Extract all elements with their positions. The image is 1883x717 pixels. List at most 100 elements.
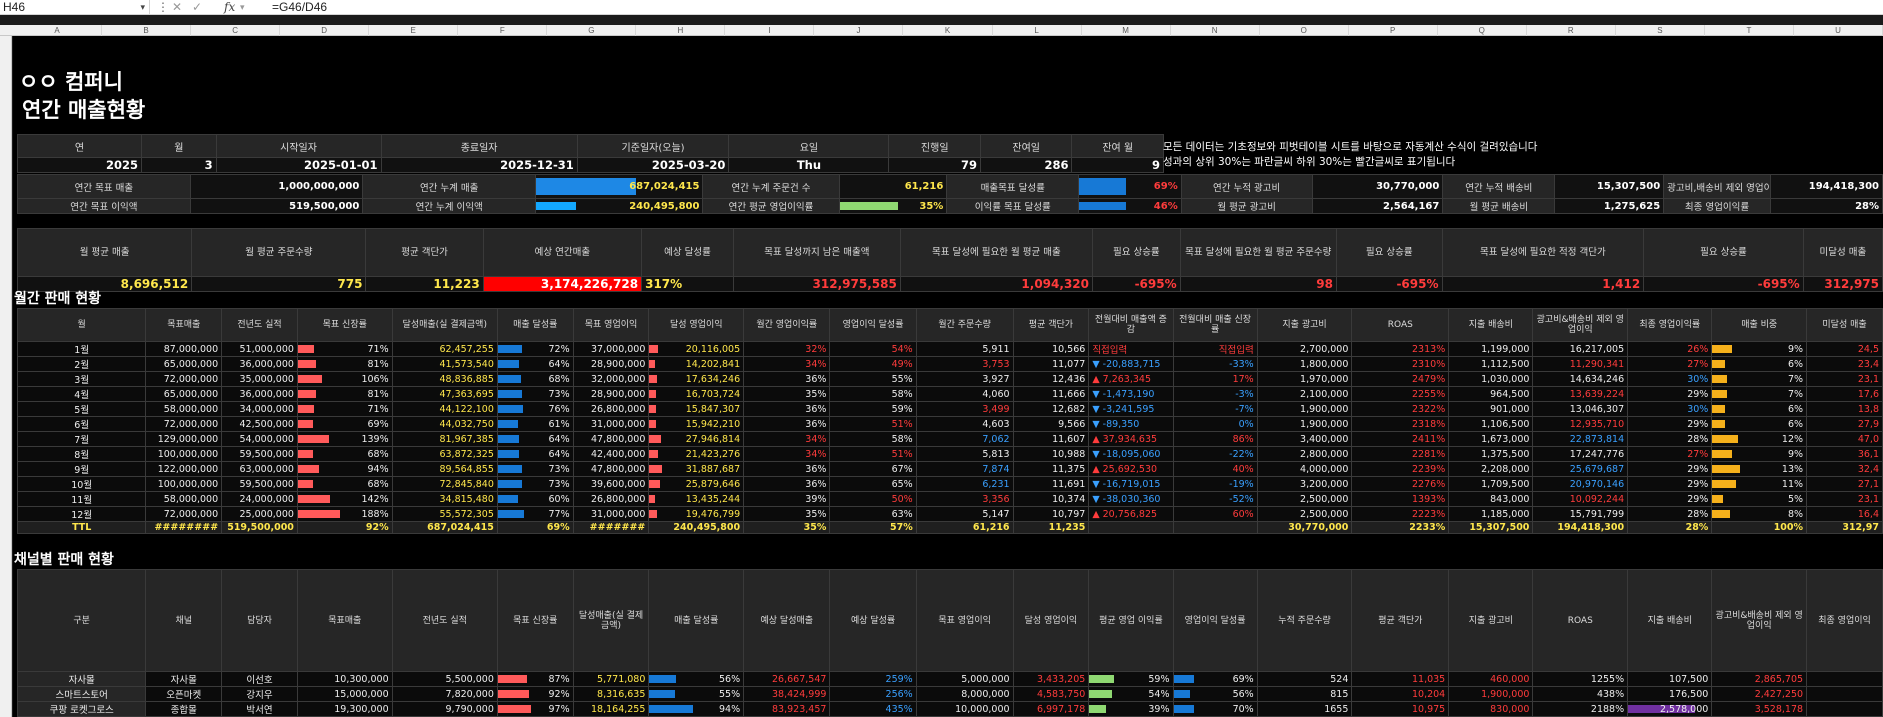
column-header[interactable]: N: [1171, 25, 1260, 36]
monthly-cell[interactable]: 2313%: [1351, 341, 1450, 357]
monthly-cell[interactable]: 39%: [743, 491, 831, 507]
column-header[interactable]: O: [1260, 25, 1349, 36]
monthly-cell[interactable]: 11,666: [1012, 386, 1090, 402]
monthly-cell[interactable]: 3,356: [915, 491, 1014, 507]
channel-cell[interactable]: 쿠팡 로켓그로스: [16, 701, 147, 717]
column-header[interactable]: U: [1794, 25, 1883, 36]
column-header[interactable]: G: [547, 25, 637, 36]
row-header[interactable]: [0, 45, 12, 53]
monthly-cell[interactable]: 36%: [743, 461, 831, 477]
monthly-cell[interactable]: 3,927: [915, 371, 1014, 387]
monthly-cell[interactable]: 2,208,000: [1448, 461, 1534, 477]
monthly-cell[interactable]: #######: [572, 521, 650, 534]
monthly-cell[interactable]: 100,000,000: [145, 476, 223, 492]
average-value[interactable]: -695%: [1643, 276, 1804, 292]
monthly-cell[interactable]: 9%: [1711, 446, 1808, 462]
monthly-cell[interactable]: 13,8: [1806, 401, 1883, 417]
monthly-cell[interactable]: 14,202,841: [648, 356, 745, 372]
row-header[interactable]: [0, 691, 12, 699]
row-header[interactable]: [0, 191, 12, 199]
monthly-cell[interactable]: 21,423,276: [648, 446, 745, 462]
table-row[interactable]: 3월 72,000,000 35,000,000 106% 48,836,885 68% 3…: [16, 371, 1883, 387]
monthly-cell[interactable]: 6%: [1711, 356, 1808, 372]
monthly-cell[interactable]: 28%: [1627, 521, 1713, 534]
column-header[interactable]: E: [369, 25, 459, 36]
monthly-cell[interactable]: 51,000,000: [221, 341, 298, 357]
monthly-cell[interactable]: 2,500,000: [1256, 491, 1353, 507]
period-value[interactable]: Thu: [728, 157, 890, 173]
channel-cell[interactable]: 38,424,999: [743, 686, 831, 702]
enter-check-icon[interactable]: ✓: [192, 0, 202, 15]
monthly-cell[interactable]: 36,000,000: [221, 356, 298, 372]
channel-cell[interactable]: 3,528,178: [1711, 701, 1808, 717]
monthly-cell[interactable]: 2,500,000: [1256, 506, 1353, 522]
monthly-cell[interactable]: 44,032,750: [391, 416, 498, 432]
worksheet[interactable]: ㅇㅇ 컴퍼니 연간 매출현황 연 월 시작일자 종료일자 기준일자(오늘) 요일 진행일 잔여…: [13, 36, 1883, 717]
monthly-cell[interactable]: 6%: [1711, 401, 1808, 417]
monthly-cell[interactable]: 7%: [1711, 386, 1808, 402]
monthly-cell[interactable]: 10,988: [1012, 446, 1090, 462]
row-header[interactable]: [0, 646, 12, 654]
monthly-cell[interactable]: 2479%: [1351, 371, 1450, 387]
row-header[interactable]: [0, 491, 12, 499]
monthly-cell[interactable]: 19,476,799: [648, 506, 745, 522]
monthly-cell[interactable]: 31,000,000: [572, 506, 650, 522]
monthly-cell[interactable]: 직접입력: [1088, 341, 1174, 357]
monthly-cell[interactable]: 76%: [496, 401, 574, 417]
column-header[interactable]: H: [636, 25, 726, 36]
monthly-cell[interactable]: 1,709,500: [1448, 476, 1534, 492]
row-header[interactable]: [0, 154, 12, 162]
monthly-cell[interactable]: 26,800,000: [572, 491, 650, 507]
channel-cell[interactable]: 11,035: [1351, 671, 1450, 687]
monthly-cell[interactable]: 71%: [296, 401, 393, 417]
monthly-cell[interactable]: 27%: [1627, 446, 1713, 462]
channel-cell[interactable]: 55%: [648, 686, 745, 702]
monthly-cell[interactable]: 2,700,000: [1256, 341, 1353, 357]
channel-cell[interactable]: 자사몰: [145, 671, 223, 687]
channel-cell[interactable]: 3,433,205: [1012, 671, 1090, 687]
channel-cell[interactable]: 1255%: [1532, 671, 1629, 687]
monthly-cell[interactable]: 2276%: [1351, 476, 1450, 492]
monthly-cell[interactable]: 7월: [16, 431, 147, 447]
row-header[interactable]: [0, 109, 12, 117]
period-value[interactable]: 9: [1071, 157, 1164, 173]
monthly-cell[interactable]: 24,5: [1806, 341, 1883, 357]
monthly-cell[interactable]: 36,000,000: [221, 386, 298, 402]
row-header[interactable]: [0, 282, 12, 290]
row-header[interactable]: [0, 591, 12, 599]
table-row[interactable]: 스마트스토어 오픈마켓 강지우 15,000,000 7,820,000 92% 8,316…: [16, 686, 1883, 702]
monthly-cell[interactable]: 28%: [1627, 431, 1713, 447]
monthly-cell[interactable]: 48,836,885: [391, 371, 498, 387]
kpi-v1[interactable]: 519,500,000: [189, 198, 364, 214]
monthly-cell[interactable]: 9월: [16, 461, 147, 477]
monthly-cell[interactable]: 72,000,000: [145, 371, 223, 387]
monthly-cell[interactable]: 35,000,000: [221, 371, 298, 387]
monthly-cell[interactable]: 51%: [829, 446, 917, 462]
monthly-cell[interactable]: 36,1: [1806, 446, 1883, 462]
monthly-cell[interactable]: 36%: [743, 416, 831, 432]
formula-input[interactable]: =G46/D46: [272, 0, 327, 15]
monthly-cell[interactable]: -3%: [1172, 386, 1258, 402]
row-header[interactable]: [0, 500, 12, 508]
row-header[interactable]: [0, 209, 12, 217]
monthly-cell[interactable]: 10,566: [1012, 341, 1090, 357]
monthly-cell[interactable]: 11,607: [1012, 431, 1090, 447]
monthly-cell[interactable]: 1,185,000: [1448, 506, 1534, 522]
row-header[interactable]: [0, 100, 12, 108]
monthly-cell[interactable]: ▲ 20,756,825: [1088, 506, 1174, 522]
monthly-cell[interactable]: 59,500,000: [221, 446, 298, 462]
column-header[interactable]: R: [1527, 25, 1616, 36]
row-header[interactable]: [0, 245, 12, 253]
monthly-cell[interactable]: 122,000,000: [145, 461, 223, 477]
row-header[interactable]: [0, 300, 12, 308]
channel-cell[interactable]: 460,000: [1448, 671, 1534, 687]
monthly-cell[interactable]: 1,800,000: [1256, 356, 1353, 372]
channel-cell[interactable]: 10,300,000: [296, 671, 393, 687]
row-header[interactable]: [0, 664, 12, 672]
monthly-cell[interactable]: 65,000,000: [145, 356, 223, 372]
monthly-cell[interactable]: 35%: [743, 386, 831, 402]
row-header[interactable]: [0, 628, 12, 636]
channel-cell[interactable]: 9,790,000: [391, 701, 498, 717]
channel-cell[interactable]: 2,427,250: [1711, 686, 1808, 702]
monthly-cell[interactable]: 15,791,799: [1532, 506, 1629, 522]
